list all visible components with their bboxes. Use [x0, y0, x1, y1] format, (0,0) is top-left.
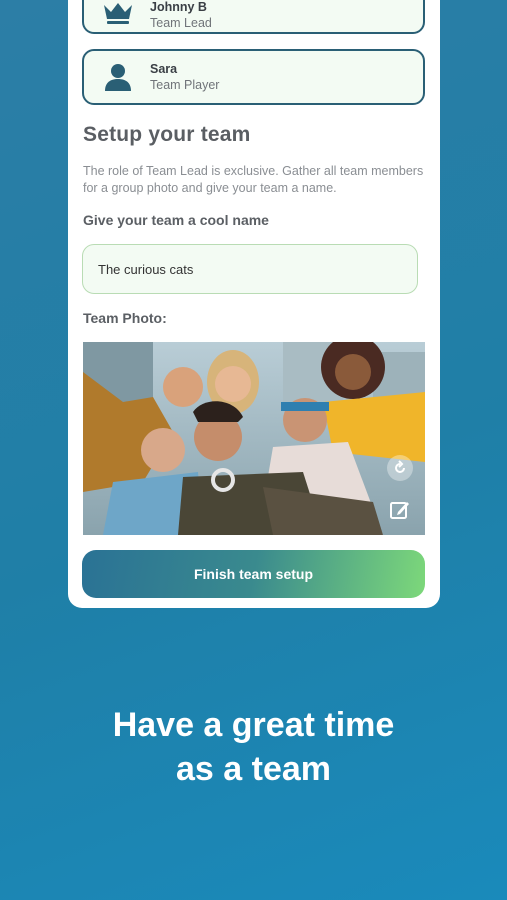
team-setup-card: Johnny B Team Lead Sara Team Player Setu…	[68, 0, 440, 608]
finish-team-setup-button[interactable]: Finish team setup	[82, 550, 425, 598]
edit-icon[interactable]	[387, 497, 413, 523]
person-icon	[92, 51, 144, 103]
team-photo-label: Team Photo:	[83, 310, 167, 326]
team-photo[interactable]	[83, 342, 425, 535]
rotate-icon[interactable]	[387, 455, 413, 481]
crown-icon	[92, 0, 144, 39]
tagline: Have a great time as a team	[0, 703, 507, 791]
member-card-team-lead[interactable]: Johnny B Team Lead	[82, 0, 425, 34]
member-role: Team Player	[150, 78, 220, 92]
member-role: Team Lead	[150, 16, 212, 30]
team-name-label: Give your team a cool name	[83, 212, 269, 228]
team-name-input[interactable]	[82, 244, 418, 294]
setup-description: The role of Team Lead is exclusive. Gath…	[83, 164, 424, 195]
tagline-line-1: Have a great time	[112, 706, 395, 744]
member-card-team-player[interactable]: Sara Team Player	[82, 49, 425, 105]
member-name: Johnny B	[150, 0, 207, 14]
setup-title: Setup your team	[83, 123, 251, 146]
member-name: Sara	[150, 62, 178, 76]
tagline-line-2: as a team	[176, 750, 331, 788]
